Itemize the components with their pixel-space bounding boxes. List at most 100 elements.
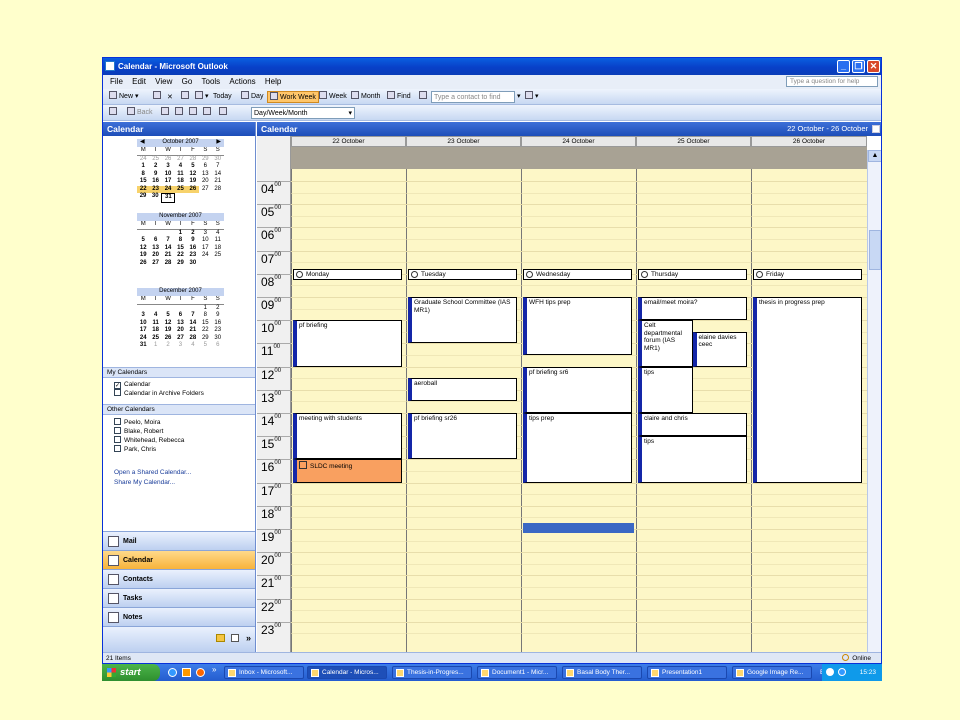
- mini-calendar-day[interactable]: 12: [187, 171, 199, 179]
- help-search-input[interactable]: Type a question for help: [786, 76, 878, 87]
- checkbox[interactable]: [114, 389, 121, 396]
- mini-calendar-day[interactable]: 17: [137, 327, 149, 335]
- start-button[interactable]: start: [102, 664, 160, 681]
- mini-calendar-day[interactable]: 21: [212, 178, 224, 186]
- week-view-button[interactable]: Week: [317, 91, 349, 103]
- menu-tools[interactable]: Tools: [202, 75, 221, 89]
- mini-calendar-day[interactable]: [162, 305, 174, 313]
- mini-calendar-day[interactable]: 4: [174, 163, 186, 171]
- maximize-button[interactable]: ❐: [852, 60, 865, 73]
- mini-calendar-day[interactable]: 11: [174, 171, 186, 179]
- appointment[interactable]: meeting with students: [293, 413, 402, 460]
- mini-calendar-day[interactable]: 23: [212, 327, 224, 335]
- mini-calendar-day[interactable]: 24: [199, 252, 211, 260]
- other-calendar-row[interactable]: Park, Chris: [114, 445, 156, 454]
- stop-button[interactable]: [173, 107, 187, 119]
- appointment[interactable]: Celt departmental forum (IAS MR1): [638, 320, 693, 367]
- contact-search-input[interactable]: Type a contact to find: [431, 91, 515, 103]
- taskbar-item[interactable]: Document1 - Micr...: [477, 666, 557, 679]
- appointment[interactable]: elaine davies ceec: [692, 331, 747, 367]
- mini-calendar-day[interactable]: 18: [174, 178, 186, 186]
- day-header[interactable]: 26 October: [751, 136, 867, 147]
- mini-calendar-day[interactable]: 4: [187, 342, 199, 350]
- other-calendar-row[interactable]: Blake, Robert: [114, 427, 163, 436]
- appointment[interactable]: pf briefing: [293, 320, 402, 367]
- mini-calendar-day[interactable]: [137, 230, 149, 238]
- mini-calendar-day[interactable]: 27: [174, 335, 186, 343]
- calendar-checkbox-row[interactable]: ✓ Calendar: [114, 380, 150, 389]
- mini-calendar-day[interactable]: 9: [212, 312, 224, 320]
- ie-quicklaunch-icon[interactable]: [168, 668, 177, 677]
- mini-calendar-day[interactable]: 28: [187, 335, 199, 343]
- mini-calendar-day[interactable]: 11: [149, 320, 161, 328]
- mini-calendar-day[interactable]: 25: [174, 185, 187, 193]
- other-calendar-row[interactable]: Whitehead, Rebecca: [114, 436, 184, 445]
- mini-calendar-day[interactable]: 21: [187, 327, 199, 335]
- current-view-select[interactable]: Day/Week/Month ▾: [251, 107, 355, 119]
- mini-calendar-day[interactable]: 1: [199, 305, 211, 313]
- all-day-area[interactable]: [291, 147, 406, 169]
- outlook-quicklaunch-icon[interactable]: [182, 668, 191, 677]
- mini-calendar-day[interactable]: [175, 193, 187, 203]
- configure-buttons-icon[interactable]: »: [246, 629, 251, 648]
- mini-calendar-day[interactable]: 15: [137, 178, 149, 186]
- mini-calendar-day[interactable]: 31: [137, 342, 149, 350]
- appointment[interactable]: Graduate School Committee (IAS MR1): [408, 297, 517, 344]
- other-calendars-header[interactable]: Other Calendars: [103, 404, 255, 415]
- mini-calendar-day[interactable]: 8: [137, 171, 149, 179]
- mini-calendar-day[interactable]: 2: [149, 163, 161, 171]
- print-button[interactable]: [151, 91, 165, 103]
- other-calendar-row[interactable]: Peelo, Moira: [114, 418, 161, 427]
- all-day-area[interactable]: [521, 147, 636, 169]
- appointment[interactable]: tips prep: [523, 413, 632, 483]
- delete-button[interactable]: ✕: [165, 91, 179, 103]
- all-day-area[interactable]: [406, 147, 521, 169]
- mini-calendar-day[interactable]: 5: [199, 342, 211, 350]
- menu-edit[interactable]: Edit: [132, 75, 146, 89]
- contact-dropdown-button[interactable]: ▾: [515, 91, 523, 103]
- mini-calendar-day[interactable]: 27: [149, 260, 161, 268]
- prev-month-arrow-icon[interactable]: ◀: [140, 139, 145, 147]
- help-button[interactable]: ▾: [523, 91, 541, 103]
- print-preview-button[interactable]: [187, 107, 201, 119]
- nav-notes-button[interactable]: Notes: [103, 607, 255, 626]
- mini-calendar-day[interactable]: [188, 193, 200, 203]
- vertical-scrollbar[interactable]: ▲▼: [867, 150, 881, 663]
- mini-calendar-day[interactable]: 16: [149, 178, 161, 186]
- month-view-button[interactable]: Month: [349, 91, 382, 103]
- address-book-button[interactable]: [179, 91, 193, 103]
- more-quicklaunch-icon[interactable]: »: [212, 665, 216, 674]
- mini-calendar-day[interactable]: 26: [162, 335, 174, 343]
- mini-calendar-day[interactable]: 7: [162, 237, 174, 245]
- mini-calendar-day[interactable]: 26: [186, 185, 200, 193]
- checkbox[interactable]: [114, 427, 121, 434]
- mini-calendar-day[interactable]: 30: [187, 260, 199, 268]
- mini-calendar-day[interactable]: 3: [137, 312, 149, 320]
- day-header[interactable]: 24 October: [521, 136, 636, 147]
- mini-calendar-day[interactable]: 2: [187, 230, 199, 238]
- mini-calendar-day[interactable]: 9: [187, 237, 199, 245]
- mini-calendar-day[interactable]: 10: [199, 237, 211, 245]
- mini-calendar-day[interactable]: 12: [137, 245, 149, 253]
- mini-calendar-day[interactable]: 14: [162, 245, 174, 253]
- selected-time-slot[interactable]: [523, 523, 634, 534]
- mini-calendar-day[interactable]: 25: [212, 252, 224, 260]
- all-day-area[interactable]: [751, 147, 867, 169]
- mini-calendar-day[interactable]: 24: [161, 185, 175, 193]
- mini-calendar-day[interactable]: 10: [137, 320, 149, 328]
- appointment[interactable]: email/meet moira?: [638, 297, 747, 321]
- mini-calendar-day[interactable]: 27: [199, 186, 211, 194]
- appointment[interactable]: tips: [638, 366, 693, 413]
- mini-calendar-day[interactable]: 30: [149, 193, 161, 203]
- mini-calendar-day[interactable]: 18: [212, 245, 224, 253]
- mini-calendar-day[interactable]: 19: [187, 178, 199, 186]
- mini-calendar-day[interactable]: 31: [161, 193, 176, 203]
- mini-calendar-day[interactable]: 28: [187, 156, 199, 164]
- undo-button[interactable]: [201, 107, 215, 119]
- taskbar-item[interactable]: Thesis-in-Progres...: [392, 666, 472, 679]
- mini-calendar-day[interactable]: 1: [149, 342, 161, 350]
- archive-calendar-checkbox-row[interactable]: Calendar in Archive Folders: [114, 389, 204, 398]
- mini-calendar-day[interactable]: 19: [137, 252, 149, 260]
- find-button[interactable]: Find: [385, 91, 413, 103]
- mini-calendar-day[interactable]: 23: [149, 185, 162, 193]
